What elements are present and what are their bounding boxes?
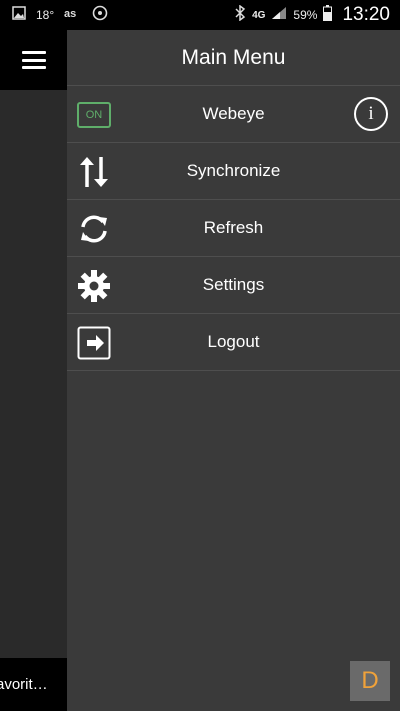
sync-notification-icon bbox=[92, 5, 108, 26]
network-type-label: 4G bbox=[252, 9, 266, 21]
menu-item-refresh[interactable]: Refresh bbox=[67, 200, 400, 257]
drawer-title: Main Menu bbox=[181, 45, 286, 69]
floating-d-badge[interactable]: D bbox=[350, 661, 390, 701]
battery-percent: 59% bbox=[293, 8, 318, 22]
menu-item-label: Logout bbox=[207, 332, 260, 351]
background-app-content bbox=[0, 30, 67, 711]
clock: 13:20 bbox=[342, 4, 390, 25]
menu-item-label: Settings bbox=[202, 275, 265, 294]
signal-icon bbox=[271, 6, 287, 24]
menu-item-label: Synchronize bbox=[186, 161, 281, 180]
menu-item-settings[interactable]: Settings bbox=[67, 257, 400, 314]
battery-icon bbox=[323, 5, 333, 25]
bluetooth-icon bbox=[234, 4, 246, 25]
temperature-text: 18° bbox=[36, 8, 55, 22]
info-icon[interactable]: i bbox=[354, 97, 388, 131]
menu-item-synchronize[interactable]: Synchronize bbox=[67, 143, 400, 200]
sync-arrows-icon bbox=[77, 155, 111, 189]
logout-icon bbox=[77, 326, 111, 360]
lastfm-icon: as bbox=[64, 6, 82, 24]
menu-item-logout[interactable]: Logout bbox=[67, 314, 400, 371]
hamburger-menu-icon[interactable] bbox=[21, 51, 46, 69]
menu-item-webeye[interactable]: ON Webeye i bbox=[67, 85, 400, 143]
bottom-tab-favorites[interactable]: avorit… bbox=[0, 658, 67, 711]
on-badge: ON bbox=[77, 102, 111, 128]
app-toolbar bbox=[0, 30, 67, 90]
status-bar: 18° as 4G 59% 13:20 bbox=[0, 0, 400, 30]
on-toggle-icon: ON bbox=[77, 98, 111, 132]
main-menu-list: ON Webeye i Synchronize Refresh Settings… bbox=[67, 85, 400, 371]
menu-item-label: Webeye bbox=[202, 104, 265, 123]
gear-icon bbox=[77, 269, 111, 303]
refresh-icon bbox=[77, 212, 111, 246]
bottom-tab-label: avorit… bbox=[0, 676, 48, 693]
menu-item-label: Refresh bbox=[203, 218, 264, 237]
svg-text:as: as bbox=[64, 8, 76, 19]
image-notification-icon bbox=[12, 5, 26, 25]
navigation-drawer: Main Menu ON Webeye i Synchronize Refres… bbox=[67, 30, 400, 711]
